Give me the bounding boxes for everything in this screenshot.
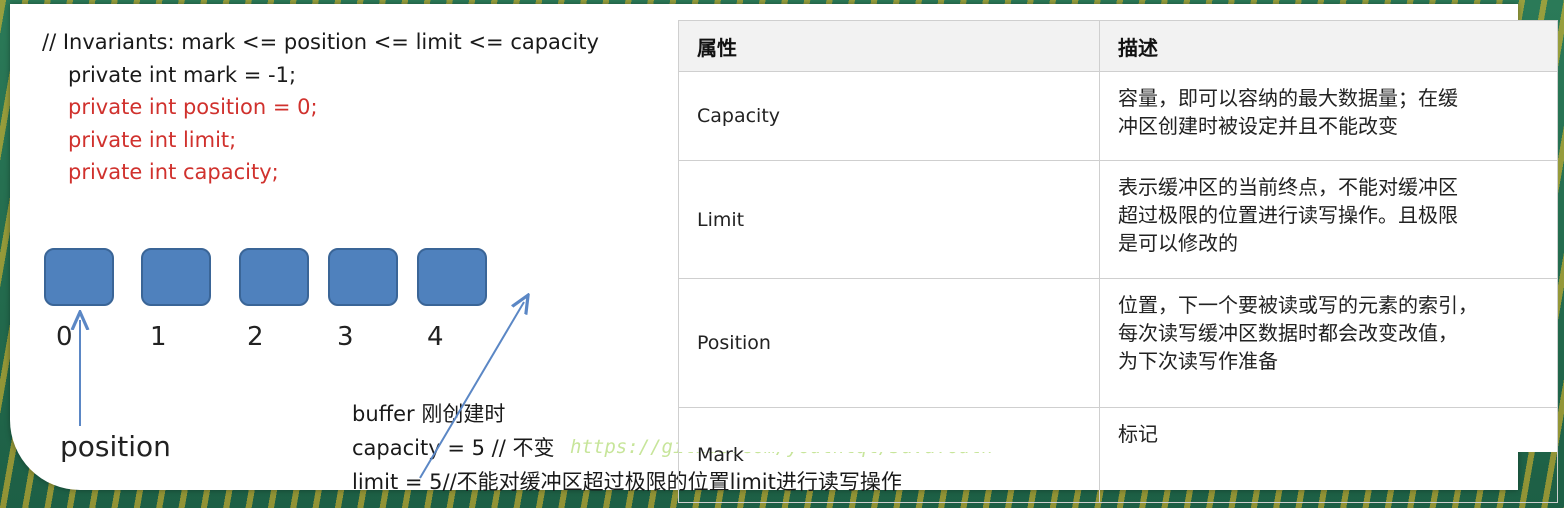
table-row: Capacity 容量，即可以容纳的最大数据量；在缓 冲区创建时被设定并且不能改变 (678, 71, 1558, 161)
attribute-table: 属性 描述 Capacity 容量，即可以容纳的最大数据量；在缓 冲区创建时被设定… (678, 20, 1558, 503)
property-description: 标记 (1099, 407, 1558, 503)
table-row: Position 位置，下一个要被读或写的元素的索引， 每次读写缓冲区数据时都会改… (678, 278, 1558, 408)
property-name: Capacity (678, 71, 1100, 161)
property-description: 位置，下一个要被读或写的元素的索引， 每次读写缓冲区数据时都会改变改值， 为下次读写… (1099, 278, 1558, 408)
property-description: 表示缓冲区的当前终点，不能对缓冲区 超过极限的位置进行读写操作。且极限 是可以修改的 (1099, 160, 1558, 279)
table-row: Limit 表示缓冲区的当前终点，不能对缓冲区 超过极限的位置进行读写操作。且极限… (678, 160, 1558, 279)
property-name: Limit (678, 160, 1100, 279)
table-header-property: 属性 (678, 20, 1100, 72)
table-row: Mark 标记 (678, 407, 1558, 503)
property-description: 容量，即可以容纳的最大数据量；在缓 冲区创建时被设定并且不能改变 (1099, 71, 1558, 161)
property-name: Position (678, 278, 1100, 408)
slide: // Invariants: mark <= position <= limit… (10, 4, 1558, 503)
table-header-description: 描述 (1099, 20, 1558, 72)
limit-arrow (419, 302, 524, 479)
property-name: Mark (678, 407, 1100, 503)
